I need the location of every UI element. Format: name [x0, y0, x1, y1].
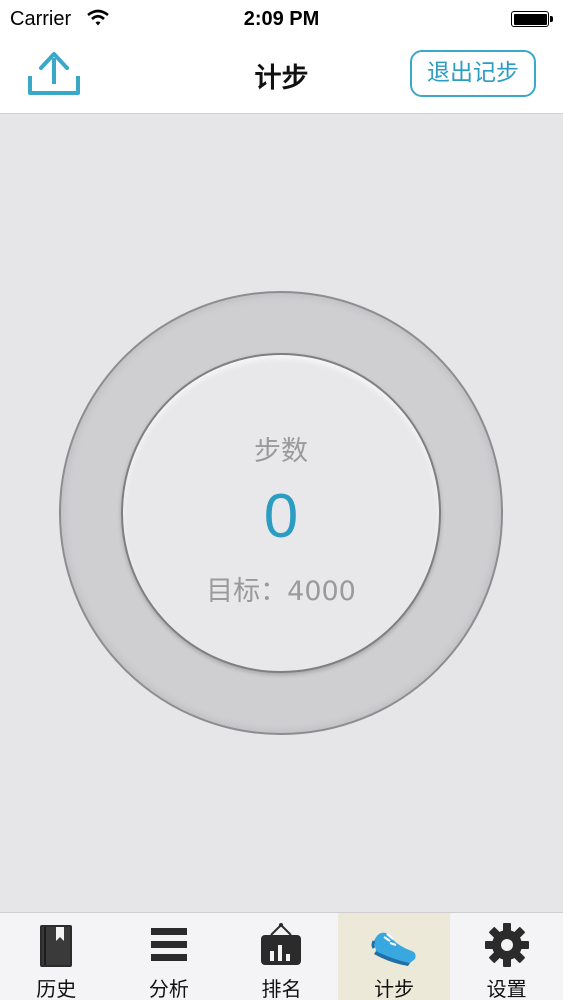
tab-pedometer[interactable]: 计步 [337, 913, 451, 1000]
tab-label: 排名 [261, 977, 302, 1000]
book-icon [40, 925, 73, 967]
step-counter-dial: 步数 0 目标：4000 [121, 353, 441, 673]
steps-label: 步数 [254, 436, 308, 467]
battery-icon [511, 11, 553, 27]
ranking-board-icon [261, 923, 302, 965]
exit-tracking-button[interactable]: 退出记步 [410, 50, 536, 97]
list-icon [150, 928, 187, 961]
step-goal: 目标：4000 [206, 576, 356, 607]
clock-label: 2:09 PM [243, 8, 320, 30]
status-bar: Carrier 2:09 PM [0, 0, 563, 38]
sneaker-icon [371, 932, 416, 966]
tab-label: 计步 [374, 977, 415, 1000]
tab-label: 设置 [486, 977, 527, 1000]
tab-label: 分析 [148, 977, 189, 1000]
tab-history[interactable]: 历史 [0, 913, 113, 1000]
tab-analysis[interactable]: 分析 [113, 913, 226, 1000]
step-count: 0 [263, 482, 299, 551]
tab-ranking[interactable]: 排名 [225, 913, 338, 1000]
navigation-bar: 计步 退出记步 [0, 38, 563, 114]
tab-bar: 历史 分析 排名 计步 设置 [0, 912, 563, 1000]
gear-icon [484, 923, 529, 967]
tab-settings[interactable]: 设置 [450, 913, 563, 1000]
tab-label: 历史 [36, 977, 77, 1000]
